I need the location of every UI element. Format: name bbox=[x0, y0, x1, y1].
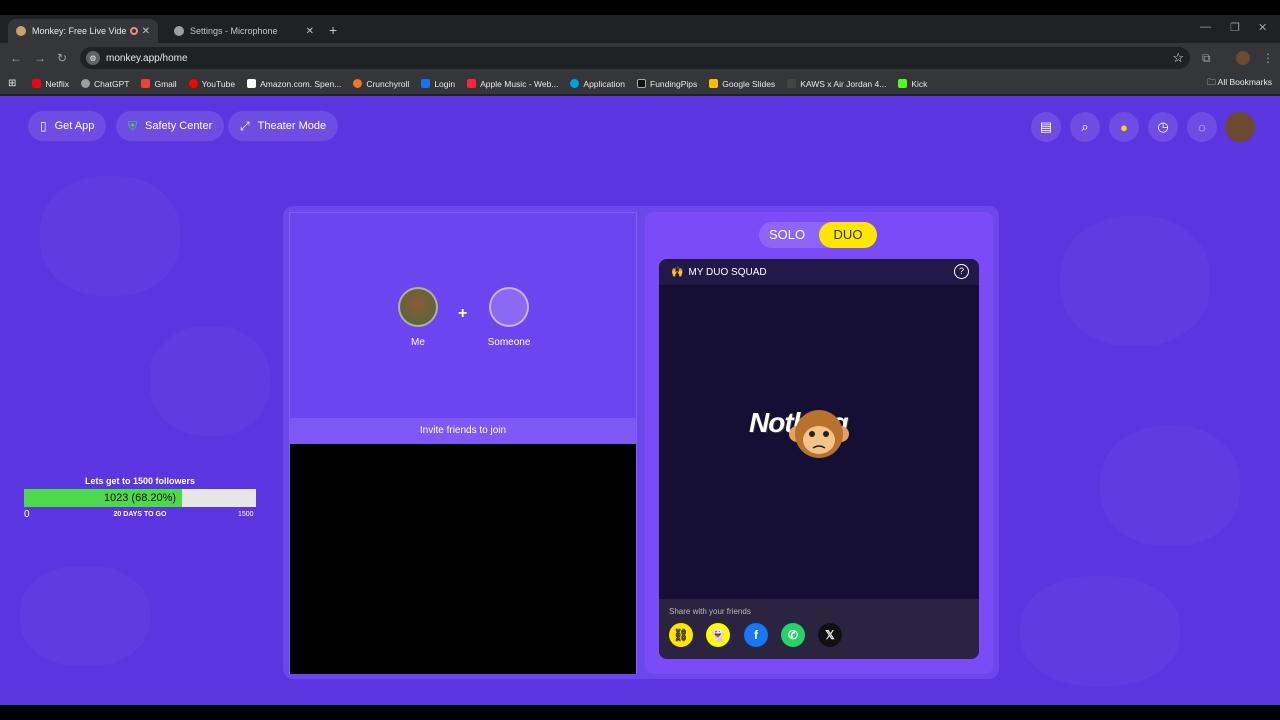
shield-icon: ⛨ bbox=[128, 118, 138, 133]
forward-icon[interactable]: → bbox=[34, 51, 46, 65]
help-icon[interactable]: ? bbox=[954, 264, 969, 279]
bookmark-fundingpips[interactable]: FundingPips bbox=[637, 79, 697, 89]
bookmark-chatgpt[interactable]: ChatGPT bbox=[81, 79, 129, 89]
folder-icon: 🗀 bbox=[1207, 77, 1218, 87]
share-section: Share with your friends ⛓ 👻 f ✆ 𝕏 bbox=[659, 599, 979, 659]
tab-monkey[interactable]: Monkey: Free Live Video Ch ✕ bbox=[8, 19, 158, 43]
safety-center-button[interactable]: ⛨ Safety Center bbox=[116, 111, 225, 141]
close-tab-icon[interactable]: ✕ bbox=[306, 26, 314, 37]
bookmark-youtube[interactable]: YouTube bbox=[188, 79, 235, 89]
link-icon[interactable]: ⛓ bbox=[669, 623, 693, 647]
maximize-icon[interactable]: ❐ bbox=[1230, 21, 1240, 34]
facebook-icon[interactable]: f bbox=[744, 623, 768, 647]
participant-someone[interactable]: Someone bbox=[484, 287, 534, 348]
follower-goal-title: Lets get to 1500 followers bbox=[84, 476, 196, 486]
me-avatar bbox=[398, 287, 438, 327]
gear-icon bbox=[174, 26, 184, 36]
all-bookmarks[interactable]: 🗀 All Bookmarks bbox=[1207, 77, 1272, 91]
bookmark-star-icon[interactable]: ☆ bbox=[1172, 50, 1184, 66]
bookmark-application[interactable]: Application bbox=[570, 79, 625, 89]
participant-me: Me bbox=[393, 287, 443, 348]
video-preview bbox=[290, 444, 636, 674]
url-text: monkey.app/home bbox=[106, 52, 188, 64]
match-container: Me + Someone Invite friends to join SOLO… bbox=[283, 206, 999, 679]
reload-icon[interactable]: ↻ bbox=[57, 51, 67, 65]
bookmark-amazon[interactable]: Amazon.com. Spen... bbox=[247, 79, 341, 89]
history-icon[interactable]: ◷ bbox=[1148, 112, 1178, 142]
recording-icon bbox=[129, 27, 138, 35]
monkey-favicon-icon bbox=[16, 26, 26, 36]
tab-title: Settings - Microphone bbox=[190, 26, 278, 36]
close-tab-icon[interactable]: ✕ bbox=[142, 26, 150, 37]
bookmark-google-slides[interactable]: Google Slides bbox=[709, 79, 775, 89]
shop-icon[interactable]: ▤ bbox=[1031, 112, 1061, 142]
close-window-icon[interactable]: ✕ bbox=[1258, 21, 1267, 34]
back-icon[interactable]: ← bbox=[10, 51, 22, 65]
site-info-icon[interactable]: ⚙ bbox=[86, 51, 100, 65]
theater-mode-button[interactable]: ⤢ Theater Mode bbox=[228, 111, 339, 141]
bookmark-kaws[interactable]: KAWS x Air Jordan 4... bbox=[787, 79, 886, 89]
tab-strip: Monkey: Free Live Video Ch ✕ Settings - … bbox=[0, 15, 1280, 43]
menu-icon[interactable]: ⋮ bbox=[1262, 51, 1274, 65]
hands-icon: 🙌 bbox=[671, 266, 684, 278]
tab-title: Monkey: Free Live Video Ch bbox=[32, 26, 126, 36]
bookmark-kick[interactable]: Kick bbox=[898, 79, 927, 89]
monkey-page: ▯ Get App ⛨ Safety Center ⤢ Theater Mode… bbox=[0, 96, 1280, 705]
days-to-go: 20 DAYS TO GO bbox=[113, 511, 167, 518]
solo-tab[interactable]: SOLO bbox=[769, 222, 805, 248]
profile-avatar[interactable] bbox=[1236, 51, 1250, 65]
duo-squad-card: 🙌 MY DUO SQUAD ? Nothing bbox=[659, 259, 979, 659]
bookmark-login[interactable]: Login bbox=[421, 79, 455, 89]
user-avatar[interactable] bbox=[1225, 112, 1255, 142]
x-icon[interactable]: 𝕏 bbox=[818, 623, 842, 647]
get-app-button[interactable]: ▯ Get App bbox=[28, 111, 107, 141]
browser-window: Monkey: Free Live Video Ch ✕ Settings - … bbox=[0, 15, 1280, 705]
follower-progress-bar: 1023 (68.20%) bbox=[24, 489, 256, 507]
coin-icon[interactable]: ● bbox=[1109, 112, 1139, 142]
bottom-bar bbox=[0, 705, 1280, 720]
expand-icon: ⤢ bbox=[240, 118, 250, 133]
new-tab-icon[interactable]: + bbox=[329, 22, 337, 38]
phone-icon: ▯ bbox=[40, 119, 47, 133]
squad-header: 🙌 MY DUO SQUAD ? bbox=[659, 259, 979, 285]
bookmark-crunchyroll[interactable]: Crunchyroll bbox=[353, 79, 409, 89]
bookmark-gmail[interactable]: Gmail bbox=[141, 79, 177, 89]
invite-friends-button[interactable]: Invite friends to join bbox=[290, 418, 636, 444]
apps-icon[interactable]: ⊞ bbox=[8, 78, 16, 89]
search-icon[interactable]: ⌕ bbox=[1070, 112, 1100, 142]
minimize-icon[interactable]: — bbox=[1200, 21, 1211, 33]
monkey-mascot-icon bbox=[789, 410, 849, 458]
browser-toolbar: ← → ↻ ⚙ monkey.app/home ☆ ⧉ ⋮ bbox=[0, 43, 1280, 73]
mode-toggle: SOLO DUO bbox=[759, 222, 877, 248]
duo-panel: SOLO DUO 🙌 MY DUO SQUAD ? Nothing bbox=[645, 212, 993, 674]
bookmark-netflix[interactable]: Netflix bbox=[32, 79, 69, 89]
snapchat-icon[interactable]: 👻 bbox=[706, 623, 730, 647]
follower-progress-value: 1023 (68.20%) bbox=[103, 492, 177, 504]
plus-icon: + bbox=[458, 305, 468, 322]
chat-icon[interactable]: ◌ bbox=[1187, 112, 1217, 142]
extensions-icon[interactable]: ⧉ bbox=[1202, 51, 1211, 66]
bookmark-apple-music[interactable]: Apple Music - Web... bbox=[467, 79, 558, 89]
match-panel: Me + Someone Invite friends to join bbox=[289, 212, 637, 674]
whatsapp-icon[interactable]: ✆ bbox=[781, 623, 805, 647]
duo-tab[interactable]: DUO bbox=[819, 222, 877, 248]
couch-icon bbox=[489, 287, 529, 327]
bookmarks-bar: ⊞ Netflix ChatGPT Gmail YouTube Amazon.c… bbox=[0, 73, 1280, 95]
address-bar[interactable]: ⚙ monkey.app/home ☆ bbox=[80, 47, 1190, 69]
follower-max: 1500 bbox=[238, 511, 254, 518]
tab-settings[interactable]: Settings - Microphone ✕ bbox=[166, 19, 322, 43]
